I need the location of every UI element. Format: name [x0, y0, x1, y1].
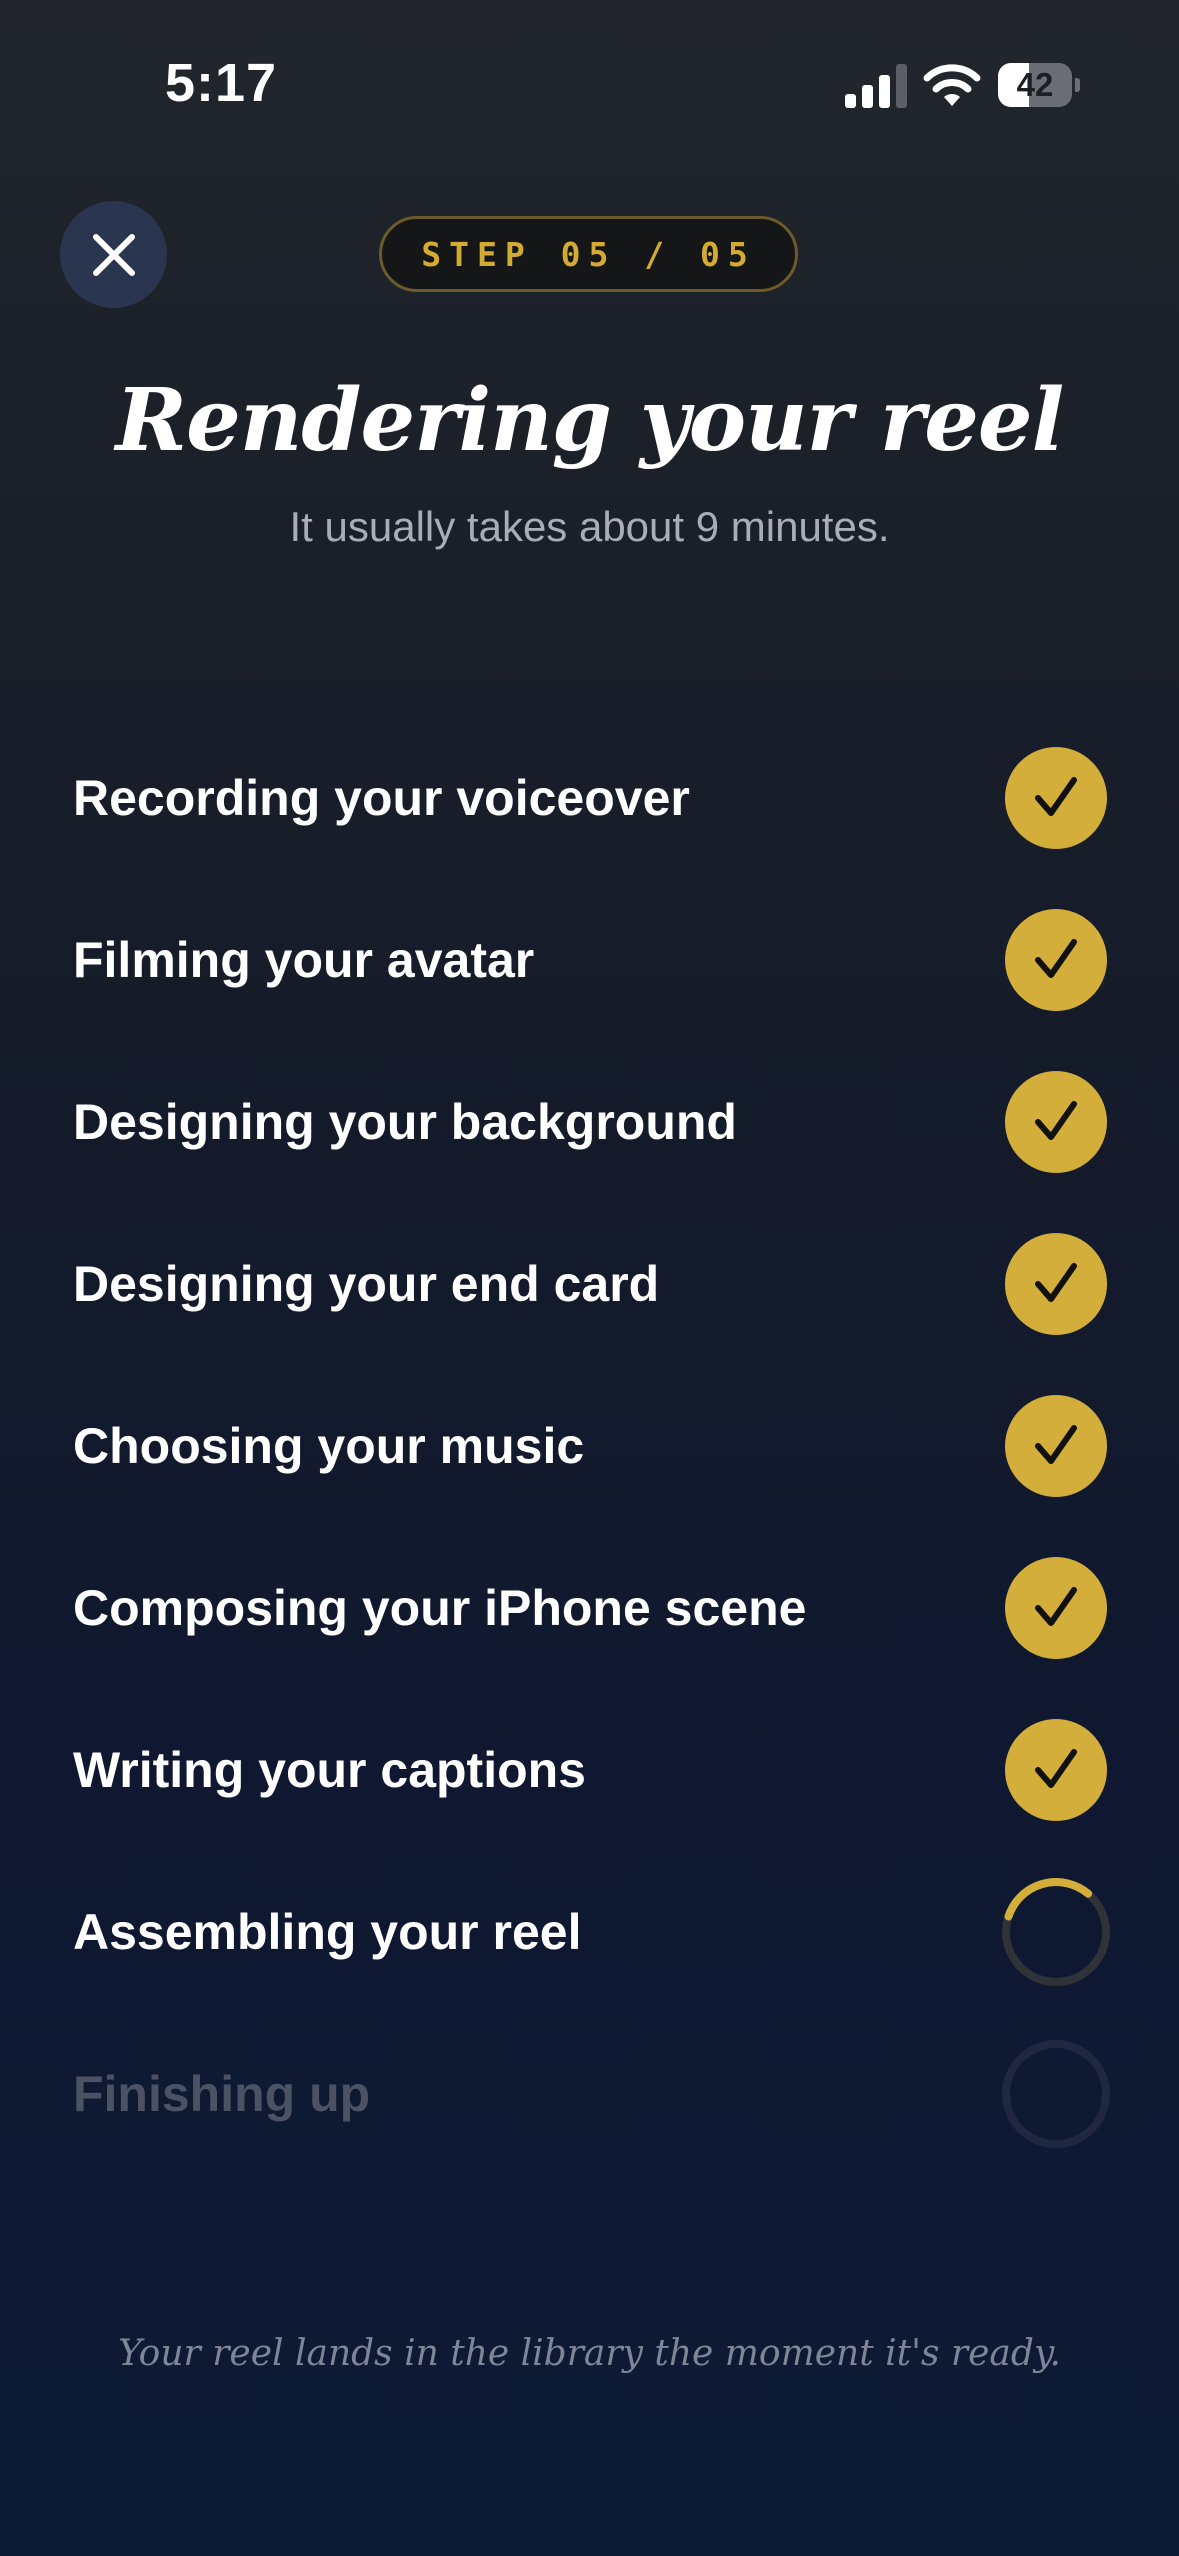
battery-level: 42	[1016, 66, 1054, 103]
checkmark-icon	[1035, 939, 1077, 978]
checkmark-icon	[1035, 1263, 1077, 1302]
task-label: Composing your iPhone scene	[73, 1580, 807, 1636]
task-label: Finishing up	[73, 2066, 371, 2122]
task-status-in-progress	[1001, 1877, 1111, 1987]
task-status-done	[1001, 1553, 1111, 1663]
close-icon	[92, 233, 135, 276]
step-badge: STEP 05 / 05	[379, 216, 798, 292]
checkmark-icon	[1035, 1587, 1077, 1626]
task-label: Recording your voiceover	[73, 770, 690, 826]
task-label: Choosing your music	[73, 1418, 585, 1474]
checkmark-icon	[1035, 1425, 1077, 1464]
page-title: Rendering your reel	[115, 370, 1065, 471]
task-status-done	[1001, 1067, 1111, 1177]
task-row-composing-iphone-scene: Composing your iPhone scene	[73, 1553, 1113, 1663]
task-row-filming-avatar: Filming your avatar	[73, 905, 1113, 1015]
wifi-icon	[923, 64, 981, 106]
task-status-done	[1001, 1715, 1111, 1825]
task-label: Designing your end card	[73, 1256, 660, 1312]
battery-indicator: 42	[998, 63, 1080, 107]
task-row-assembling-reel: Assembling your reel	[73, 1877, 1113, 1987]
task-row-recording-voiceover: Recording your voiceover	[73, 743, 1113, 853]
task-row-finishing-up: Finishing up	[73, 2039, 1113, 2149]
task-status-done	[1001, 1391, 1111, 1501]
task-row-choosing-music: Choosing your music	[73, 1391, 1113, 1501]
status-time: 5:17	[165, 53, 278, 113]
pending-circle-icon	[1002, 2040, 1110, 2148]
task-label: Assembling your reel	[73, 1904, 582, 1960]
status-bar: 5:17 42	[0, 0, 1179, 175]
task-row-designing-end-card: Designing your end card	[73, 1229, 1113, 1339]
task-label: Writing your captions	[73, 1742, 586, 1798]
loading-spinner-icon	[1002, 1878, 1110, 1986]
close-button[interactable]	[60, 201, 167, 308]
checkmark-icon	[1035, 777, 1077, 816]
task-label: Filming your avatar	[73, 932, 535, 988]
task-status-done	[1001, 743, 1111, 853]
task-status-pending	[1001, 2039, 1111, 2149]
task-status-done	[1001, 1229, 1111, 1339]
task-row-writing-captions: Writing your captions	[73, 1715, 1113, 1825]
checkmark-icon	[1035, 1749, 1077, 1788]
checkmark-icon	[1035, 1101, 1077, 1140]
task-label: Designing your background	[73, 1094, 737, 1150]
page-subtitle: It usually takes about 9 minutes.	[289, 503, 890, 550]
footer-note: Your reel lands in the library the momen…	[118, 2333, 1061, 2374]
task-status-done	[1001, 905, 1111, 1015]
cellular-signal-icon	[845, 64, 907, 108]
task-row-designing-background: Designing your background	[73, 1067, 1113, 1177]
